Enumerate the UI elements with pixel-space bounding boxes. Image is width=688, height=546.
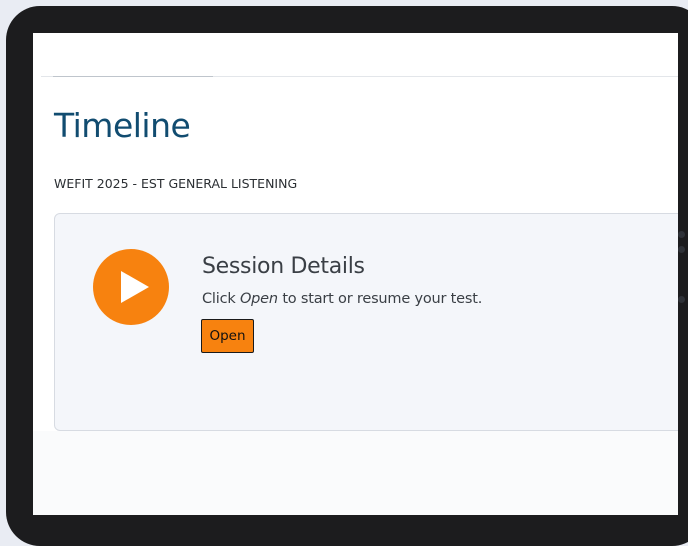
tablet-frame: Timeline WEFIT 2025 - EST GENERAL LISTEN… — [6, 6, 688, 546]
session-card: Session Details Click Open to start or r… — [54, 213, 678, 431]
screen: Timeline WEFIT 2025 - EST GENERAL LISTEN… — [33, 33, 678, 515]
description-emphasis: Open — [239, 291, 278, 307]
open-button[interactable]: Open — [201, 319, 254, 353]
session-title: Session Details — [202, 254, 365, 279]
description-suffix: to start or resume your test. — [277, 291, 483, 307]
header-accent-line — [53, 76, 213, 77]
description-prefix: Click — [202, 291, 240, 307]
page-title: Timeline — [54, 106, 191, 145]
session-description: Click Open to start or resume your test. — [202, 291, 482, 307]
page-footer-area — [33, 431, 678, 515]
camera-dot — [678, 231, 685, 238]
play-icon — [93, 249, 169, 325]
sensor-dot — [678, 296, 685, 303]
sensor-dot — [678, 246, 685, 253]
test-name: WEFIT 2025 - EST GENERAL LISTENING — [54, 176, 298, 191]
